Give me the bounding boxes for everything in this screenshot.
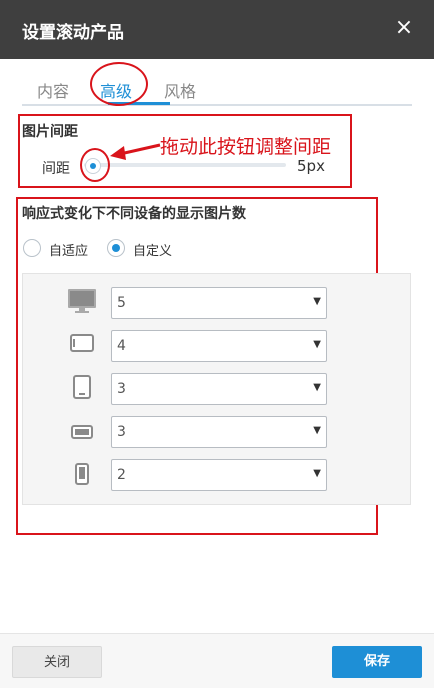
radio-auto[interactable] — [23, 239, 41, 257]
annotation-circle-handle — [80, 148, 110, 182]
phone-portrait-icon — [75, 463, 89, 485]
select-value: 5 — [117, 295, 126, 311]
dialog-footer: 关闭 保存 — [0, 633, 434, 688]
annotation-circle-tab — [90, 62, 148, 106]
device-count-select-tablet-portrait[interactable]: 3 ▼ — [111, 373, 327, 405]
tablet-landscape-icon — [70, 334, 94, 352]
close-icon[interactable]: × — [392, 14, 416, 42]
select-value: 2 — [117, 467, 126, 483]
spacing-value: 5px — [297, 157, 325, 175]
desktop-icon — [68, 289, 96, 313]
radio-custom[interactable] — [107, 239, 125, 257]
device-count-select-tablet-landscape[interactable]: 4 ▼ — [111, 330, 327, 362]
device-count-select-phone-landscape[interactable]: 3 ▼ — [111, 416, 327, 448]
chevron-down-icon: ▼ — [313, 382, 321, 393]
tablet-portrait-icon — [73, 375, 91, 399]
tab-content[interactable]: 内容 — [37, 78, 69, 102]
device-count-select-desktop[interactable]: 5 ▼ — [111, 287, 327, 319]
dialog-titlebar: 设置滚动产品 × — [0, 0, 434, 59]
annotation-arrow-icon — [110, 143, 161, 160]
radio-auto-label[interactable]: 自适应 — [49, 240, 88, 259]
chevron-down-icon: ▼ — [313, 425, 321, 436]
responsive-section-title: 响应式变化下不同设备的显示图片数 — [22, 206, 246, 222]
dialog-title: 设置滚动产品 — [22, 23, 124, 43]
close-button[interactable]: 关闭 — [12, 646, 102, 678]
spacing-section-title: 图片间距 — [22, 124, 78, 140]
annotation-text: 拖动此按钮调整间距 — [160, 136, 332, 158]
device-count-select-phone-portrait[interactable]: 2 ▼ — [111, 459, 327, 491]
save-button[interactable]: 保存 — [332, 646, 422, 678]
radio-custom-label[interactable]: 自定义 — [133, 240, 172, 259]
select-value: 3 — [117, 424, 126, 440]
spacing-label: 间距 — [42, 161, 70, 177]
select-value: 4 — [117, 338, 126, 354]
select-value: 3 — [117, 381, 126, 397]
phone-landscape-icon — [71, 425, 93, 439]
chevron-down-icon: ▼ — [313, 339, 321, 350]
chevron-down-icon: ▼ — [313, 296, 321, 307]
tab-bar: 内容 高级 风格 — [22, 70, 412, 106]
spacing-slider-track[interactable] — [84, 163, 286, 167]
chevron-down-icon: ▼ — [313, 468, 321, 479]
tab-style[interactable]: 风格 — [164, 78, 196, 102]
